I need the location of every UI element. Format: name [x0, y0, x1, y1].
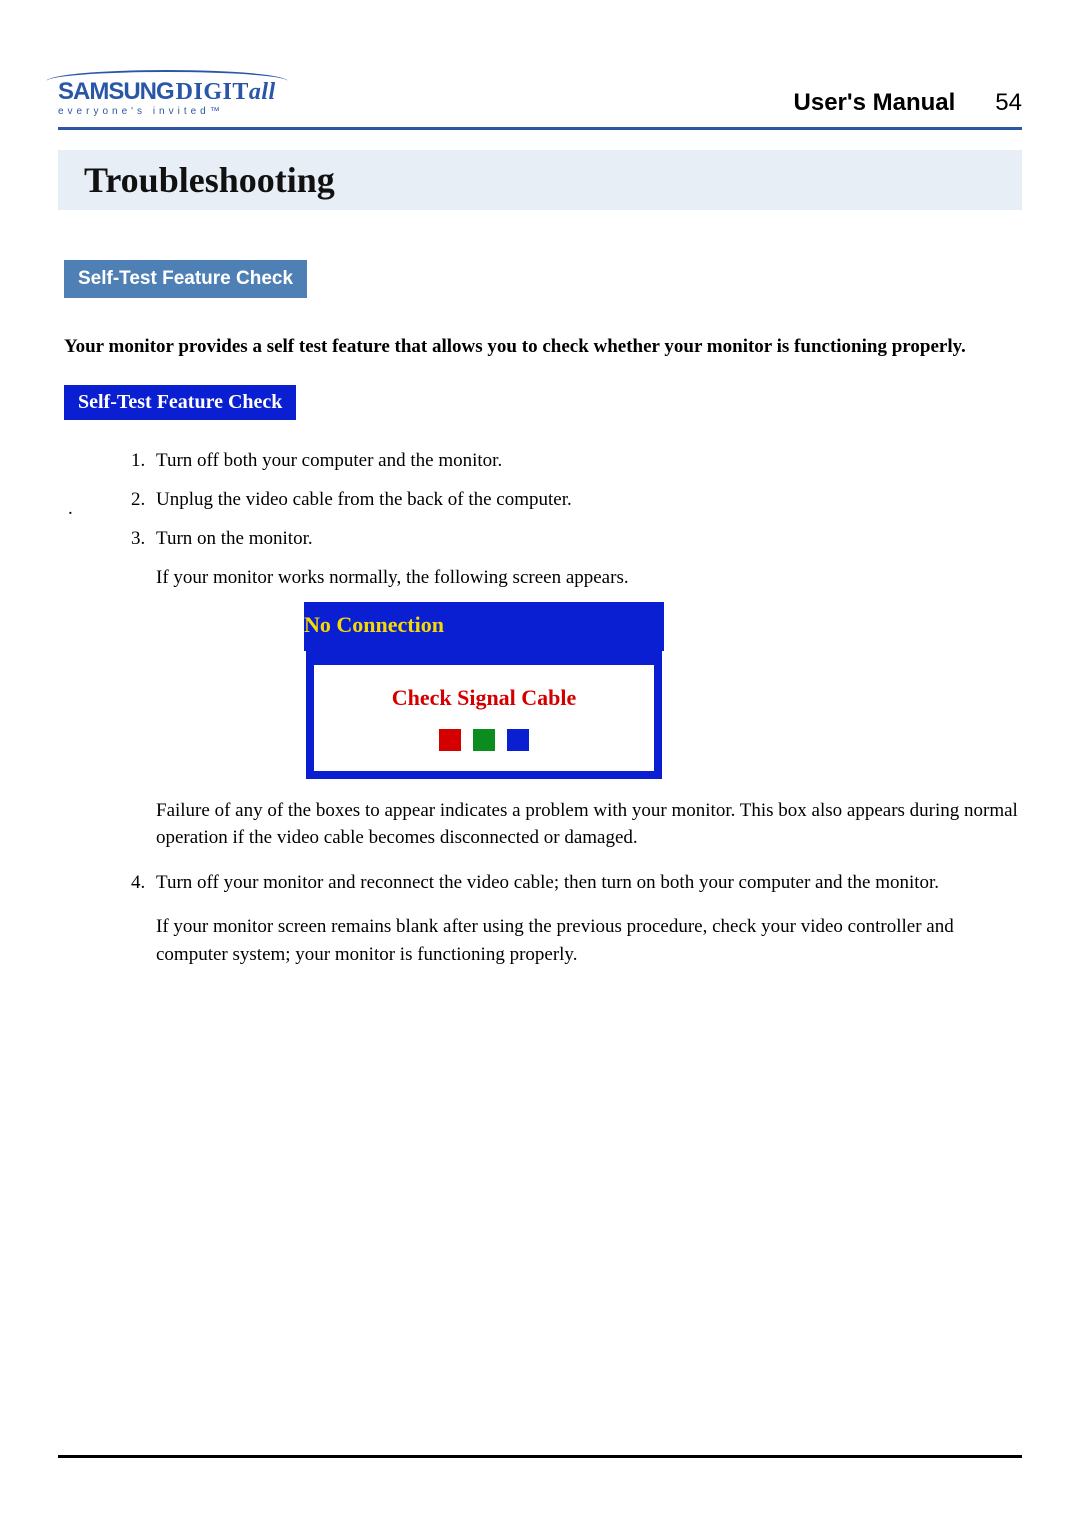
green-square-icon: [473, 729, 495, 751]
intro-paragraph: Your monitor provides a self test featur…: [64, 334, 1016, 361]
page-title: Troubleshooting: [84, 159, 335, 201]
subheading: Self-Test Feature Check: [64, 385, 296, 420]
logo-tagline: everyone's invited™: [58, 107, 224, 117]
header-divider: [58, 127, 1022, 130]
brand-logo: SAMSUNG DIGITall everyone's invited™: [58, 80, 276, 117]
step-3-failure-note: Failure of any of the boxes to appear in…: [156, 797, 1022, 852]
self-test-screen: No Connection Check Signal Cable: [306, 610, 662, 778]
page-header: SAMSUNG DIGITall everyone's invited™ Use…: [58, 80, 1022, 117]
screen-subtitle: Check Signal Cable: [324, 681, 644, 715]
manual-title: User's Manual: [794, 89, 956, 117]
page-number: 54: [995, 89, 1022, 117]
section-tab: Self-Test Feature Check: [64, 260, 307, 298]
step-3: Turn on the monitor. If your monitor wor…: [150, 524, 1022, 851]
step-4-note: If your monitor screen remains blank aft…: [156, 913, 1022, 968]
step-3-note: If your monitor works normally, the foll…: [156, 564, 1022, 593]
step-4: Turn off your monitor and reconnect the …: [150, 868, 1022, 969]
step-2: Unplug the video cable from the back of …: [150, 485, 1022, 514]
step-4-text: Turn off your monitor and reconnect the …: [156, 872, 939, 893]
screen-title: No Connection: [304, 602, 664, 650]
stray-period: .: [68, 498, 73, 520]
bottom-divider: [58, 1455, 1022, 1458]
blue-square-icon: [507, 729, 529, 751]
steps-list: Turn off both your computer and the moni…: [150, 446, 1022, 969]
rgb-indicator-row: [324, 729, 644, 751]
title-bar: Troubleshooting: [58, 150, 1022, 210]
red-square-icon: [439, 729, 461, 751]
step-1: Turn off both your computer and the moni…: [150, 446, 1022, 475]
step-3-text: Turn on the monitor.: [156, 528, 313, 549]
